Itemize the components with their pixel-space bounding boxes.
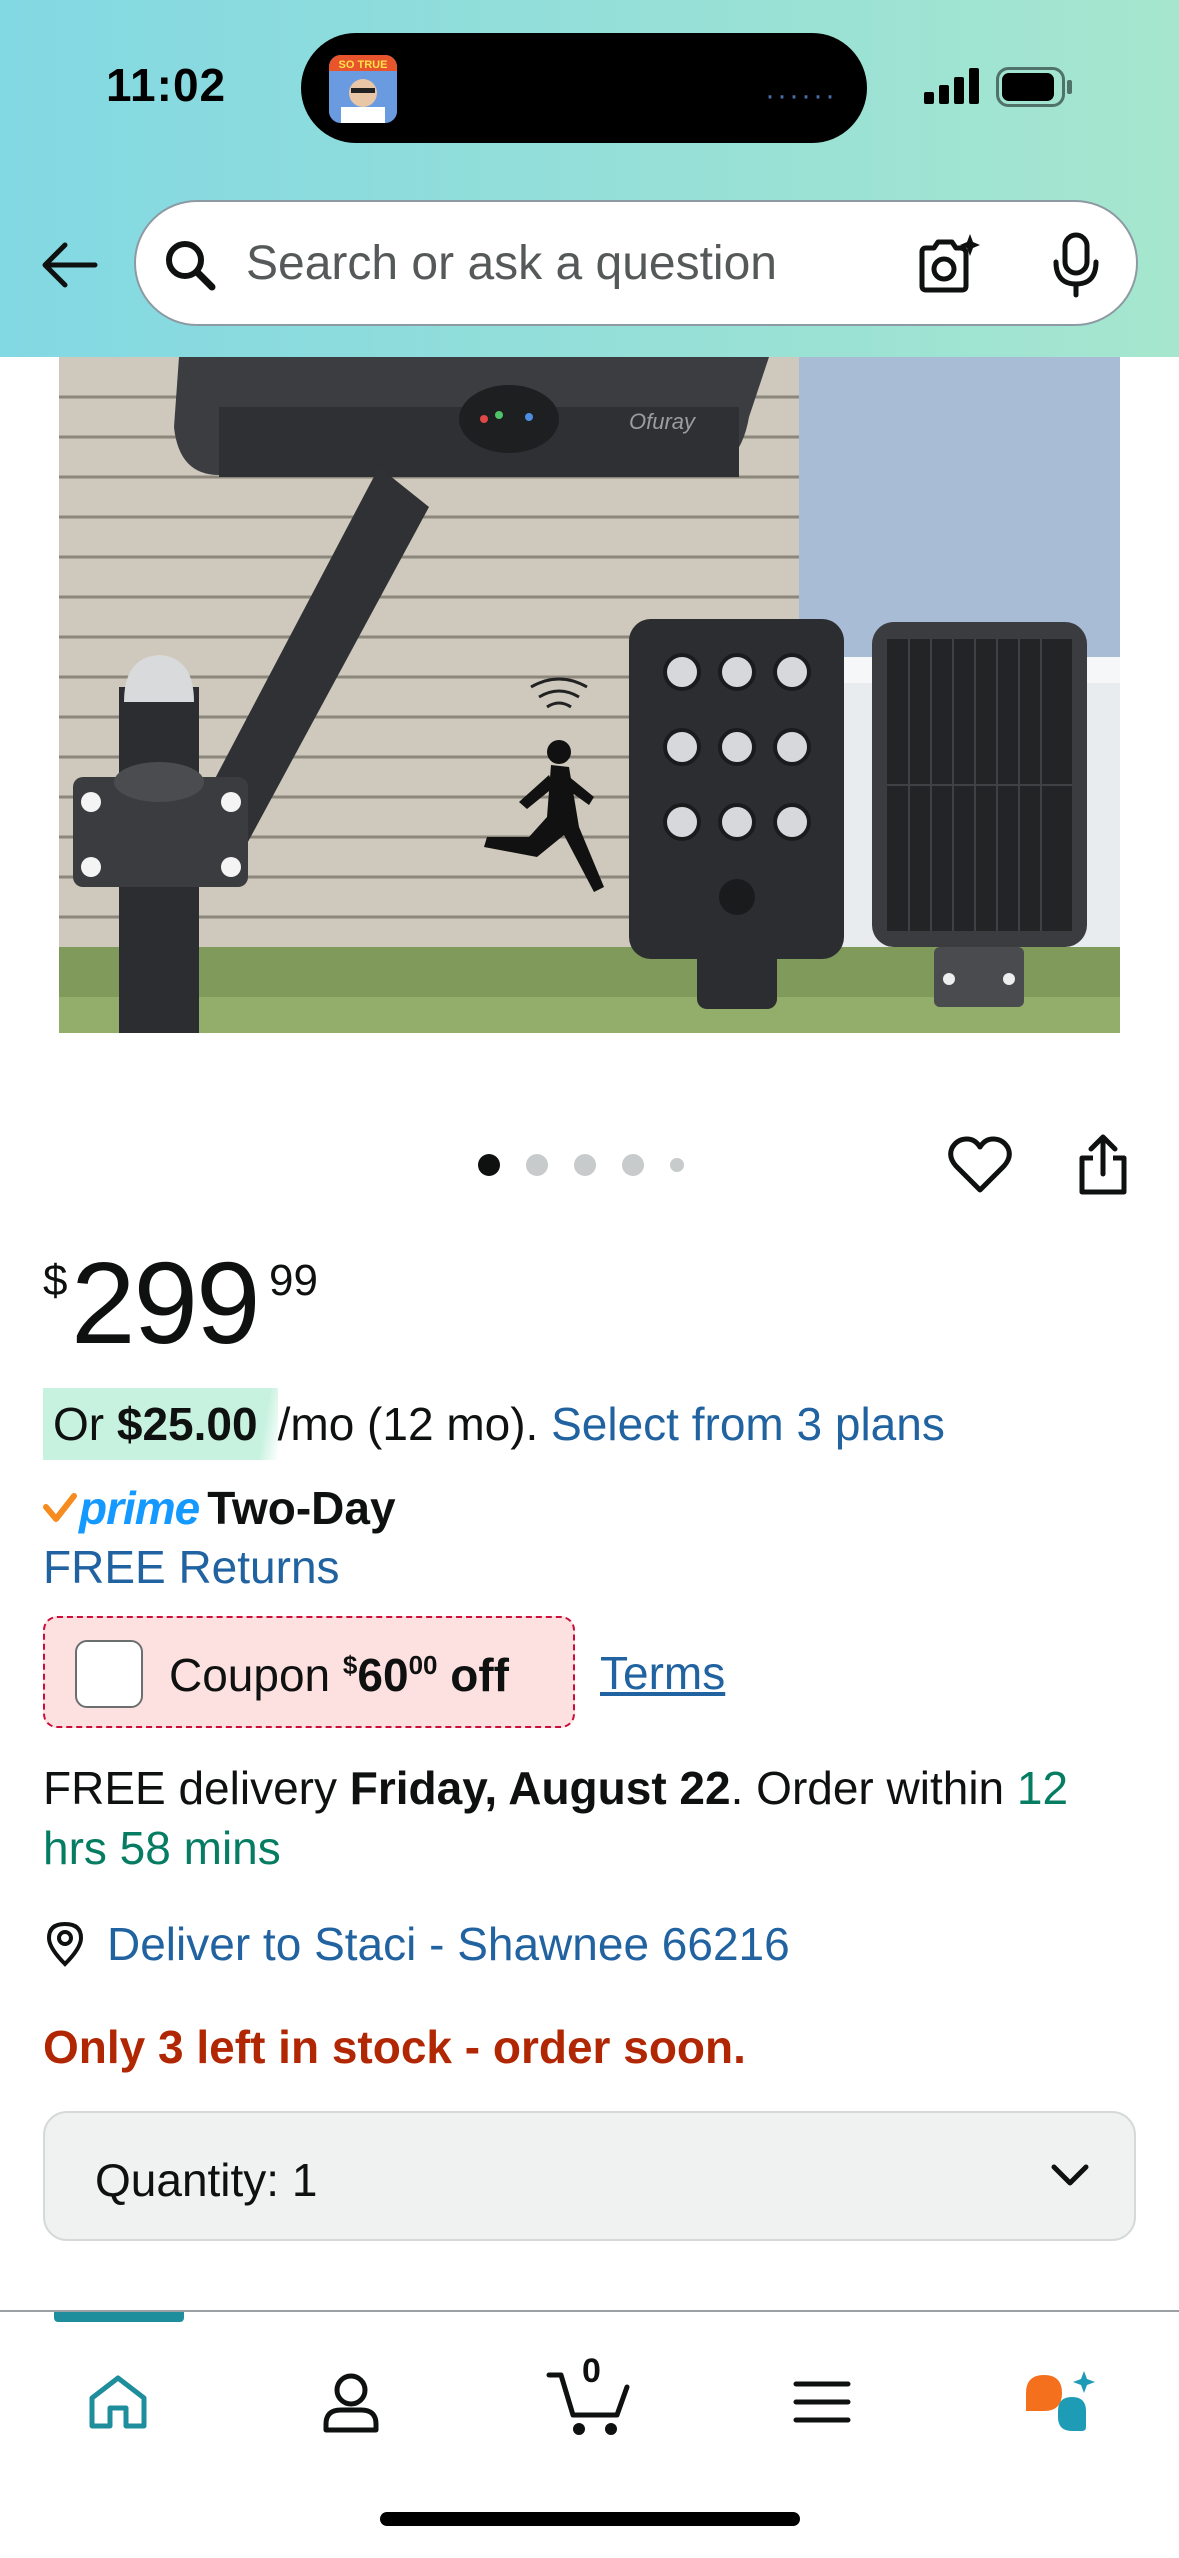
coupon-terms-link[interactable]: Terms [600, 1646, 725, 1700]
coupon-amount: 60 [357, 1649, 409, 1701]
island-badge-text: SO TRUE [339, 59, 388, 71]
search-icon [166, 241, 216, 291]
free-returns-link[interactable]: FREE Returns [43, 1540, 340, 1594]
quantity-dropdown[interactable]: Quantity: 1 [43, 2111, 1136, 2241]
prime-logo-text: prime [79, 1482, 200, 1534]
live-activity-avatar: SO TRUE [329, 55, 397, 123]
coupon-box[interactable]: Coupon $6000 off [43, 1616, 575, 1728]
quantity-value: 1 [291, 2154, 318, 2206]
deliver-to-text: Deliver to Staci - Shawnee 66216 [107, 1918, 790, 1970]
back-button[interactable] [30, 230, 108, 300]
camera-search-button[interactable] [911, 228, 985, 302]
tab-home[interactable] [58, 2342, 178, 2462]
monthly-suffix: /mo (12 mo). [277, 1398, 539, 1450]
search-input[interactable] [246, 230, 926, 296]
coupon-currency: $ [342, 1650, 358, 1680]
carousel-dot[interactable] [574, 1154, 596, 1176]
coupon-checkbox[interactable] [75, 1640, 143, 1708]
prime-badge[interactable]: prime Two-Day [43, 1478, 396, 1538]
coupon-suffix: off [450, 1649, 510, 1701]
carousel-dot[interactable] [670, 1158, 684, 1172]
carousel-dot[interactable] [622, 1154, 644, 1176]
product-image[interactable]: Ofuray [59, 357, 1120, 1033]
select-plans-link[interactable]: Select from 3 plans [551, 1398, 945, 1450]
monthly-prefix: Or [53, 1398, 105, 1450]
app-header: 11:02 SO TRUE ······ [0, 0, 1179, 357]
heart-icon [948, 1136, 1012, 1193]
deliver-to-link[interactable]: Deliver to Staci - Shawnee 66216 [43, 1914, 790, 1974]
add-to-wishlist-button[interactable] [943, 1128, 1017, 1202]
quantity-label: Quantity: 1 [95, 2154, 318, 2206]
delivery-date: Friday, August 22 [349, 1762, 731, 1814]
island-activity-dots: ······ [765, 79, 837, 112]
coupon-text: Coupon [169, 1649, 331, 1701]
home-indicator [380, 2512, 800, 2526]
home-icon [89, 2375, 147, 2429]
prime-check-icon [43, 1493, 77, 1522]
status-time: 11:02 [106, 59, 227, 111]
delivery-prefix: FREE delivery [43, 1762, 337, 1814]
coupon-label: Coupon $6000 off [169, 1648, 509, 1702]
carousel-dot[interactable] [526, 1154, 548, 1176]
battery-icon [996, 67, 1072, 107]
hamburger-menu-icon [793, 2381, 851, 2423]
monthly-payment-row: Or $25.00/mo (12 mo). Select from 3 plan… [43, 1388, 945, 1460]
cart-count-badge: 0 [582, 2352, 601, 2390]
location-pin-icon [46, 1921, 84, 1967]
dynamic-island: SO TRUE ······ [301, 33, 867, 143]
back-arrow-icon [42, 242, 98, 288]
chevron-down-icon [1051, 2164, 1089, 2186]
cellular-signal-icon [924, 68, 979, 104]
tab-cart[interactable]: 0 [530, 2342, 650, 2462]
search-bar[interactable] [134, 200, 1138, 326]
share-icon [1079, 1134, 1127, 1195]
price-whole: 299 [71, 1238, 261, 1368]
camera-sparkle-icon [919, 234, 980, 293]
carousel-dot[interactable] [478, 1154, 500, 1176]
coupon-cents: 00 [408, 1650, 438, 1680]
image-carousel-indicator[interactable] [478, 1150, 684, 1180]
share-button[interactable] [1066, 1128, 1140, 1202]
voice-search-button[interactable] [1039, 228, 1113, 302]
active-tab-indicator [54, 2312, 184, 2322]
rufus-assistant-icon [1026, 2371, 1095, 2431]
stock-warning: Only 3 left in stock - order soon. [43, 2021, 746, 2073]
tab-account[interactable] [291, 2342, 411, 2462]
price-fraction: 99 [269, 1256, 318, 1305]
account-icon [323, 2373, 379, 2433]
microphone-icon [1053, 232, 1099, 298]
delivery-middle: . Order within [730, 1762, 1005, 1814]
tab-menu[interactable] [762, 2342, 882, 2462]
prime-delivery-speed: Two-Day [207, 1482, 396, 1534]
price-currency: $ [43, 1256, 68, 1305]
monthly-amount: $25.00 [116, 1398, 258, 1450]
tab-rufus-assistant[interactable] [1000, 2342, 1120, 2462]
image-brand-text: Ofuray [629, 409, 697, 434]
delivery-info: FREE delivery Friday, August 22. Order w… [43, 1758, 1143, 1878]
monthly-highlight: Or $25.00 [43, 1388, 278, 1460]
